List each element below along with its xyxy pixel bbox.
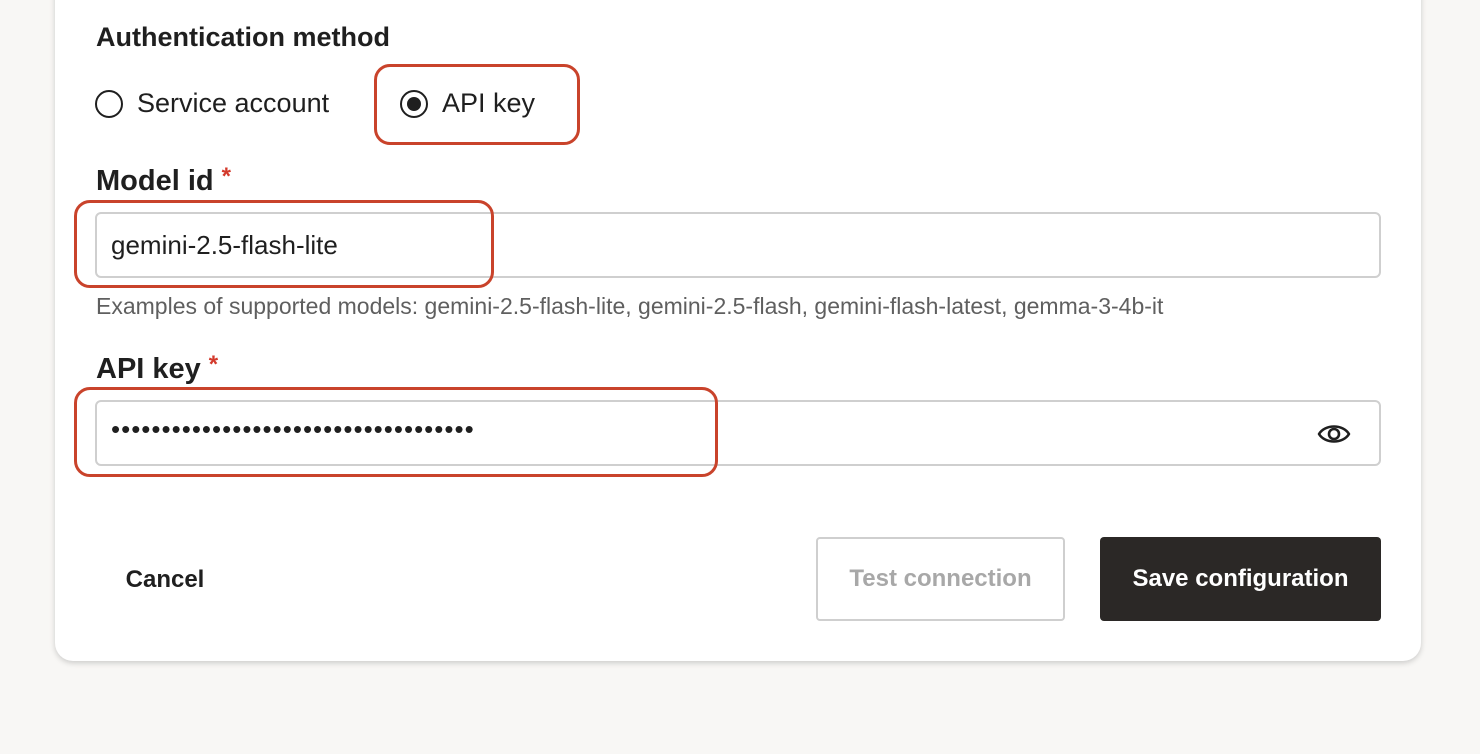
api-key-label: API key *	[96, 351, 218, 386]
model-id-helper-text: Examples of supported models: gemini-2.5…	[96, 293, 1164, 319]
radio-api-key[interactable]: API key	[400, 88, 535, 119]
test-connection-button[interactable]: Test connection	[816, 537, 1065, 621]
model-id-value: gemini-2.5-flash-lite	[111, 229, 338, 260]
model-id-label-text: Model id	[96, 165, 214, 197]
api-key-masked-value: ••••••••••••••••••••••••••••••••••••	[111, 413, 475, 444]
auth-method-title: Authentication method	[96, 22, 390, 52]
radio-service-account[interactable]: Service account	[95, 88, 329, 119]
model-id-input[interactable]: gemini-2.5-flash-lite	[95, 212, 1381, 278]
eye-icon[interactable]	[1317, 419, 1351, 449]
radio-label-service-account: Service account	[137, 88, 330, 118]
radio-label-api-key: API key	[442, 88, 536, 118]
radio-button-unchecked[interactable]	[95, 89, 123, 118]
required-marker: *	[221, 163, 231, 190]
model-id-label: Model id *	[96, 163, 231, 198]
required-marker: *	[208, 351, 219, 378]
radio-dot	[407, 96, 421, 111]
api-key-input[interactable]: ••••••••••••••••••••••••••••••••••••	[95, 400, 1381, 466]
radio-button-checked[interactable]	[400, 89, 428, 118]
cancel-button[interactable]: Cancel	[105, 548, 225, 612]
save-configuration-button[interactable]: Save configuration	[1100, 537, 1381, 621]
api-key-label-text: API key	[96, 353, 201, 385]
